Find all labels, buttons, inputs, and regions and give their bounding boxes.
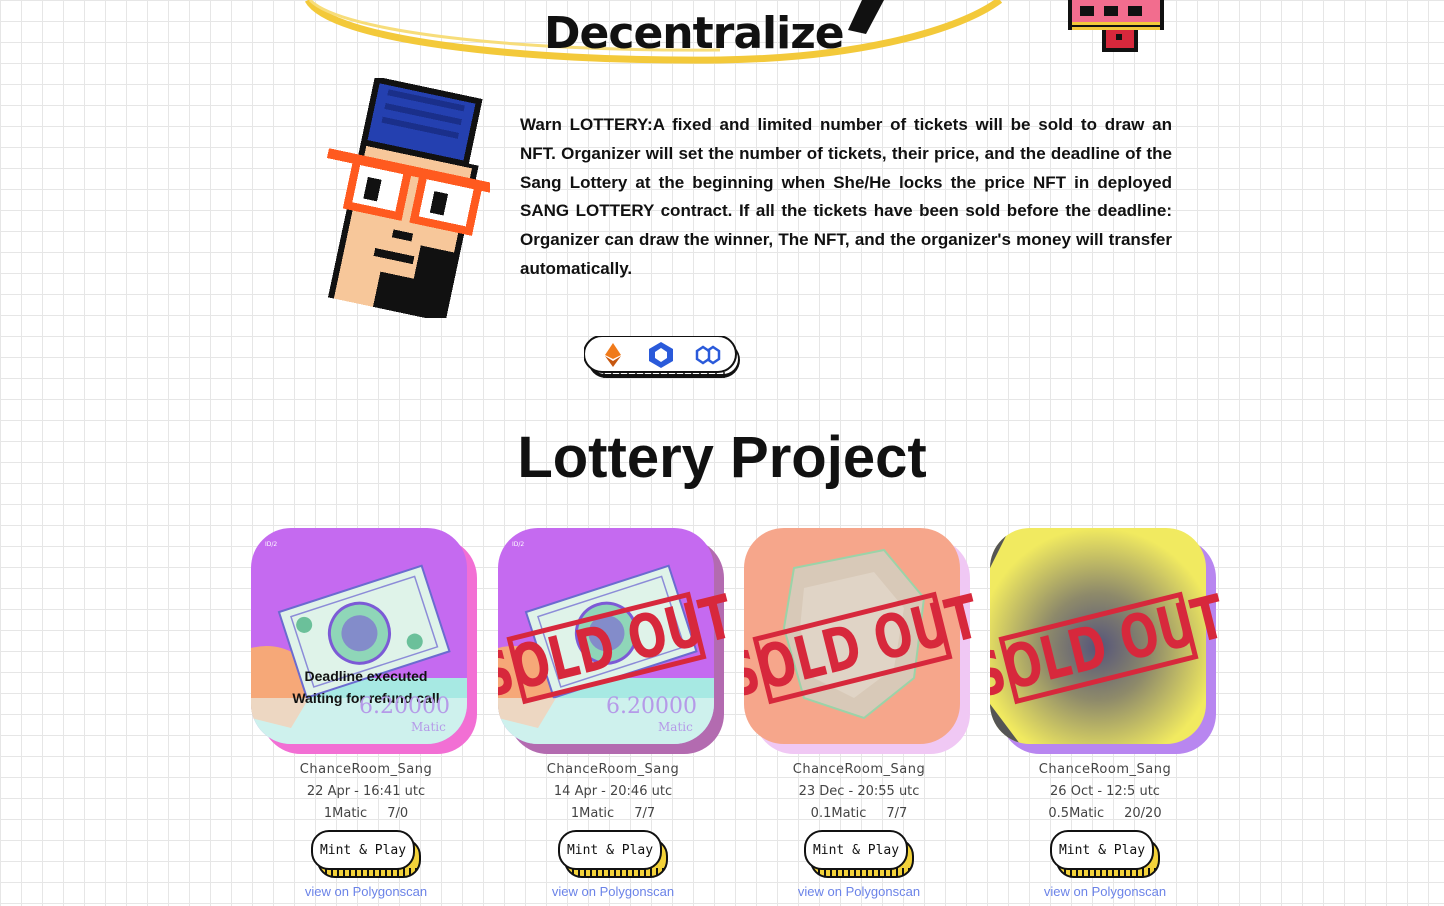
mint-play-button[interactable]: Mint & Play <box>558 830 668 878</box>
nft-artwork: ID/2 <box>251 528 477 754</box>
bill-unit: Matic <box>658 720 693 734</box>
polygonscan-link[interactable]: view on Polygonscan <box>990 884 1220 899</box>
card-tickets: 7/7 <box>886 806 908 821</box>
card-meta: 1Matic 7/0 <box>251 806 481 821</box>
section-title: Lottery Project <box>517 425 927 490</box>
mint-play-label: Mint & Play <box>311 830 415 870</box>
card-tickets: 20/20 <box>1124 806 1162 821</box>
intro-paragraph: Warn LOTTERY:A fixed and limited number … <box>520 115 1172 278</box>
mint-play-button[interactable]: Mint & Play <box>311 830 421 878</box>
lottery-card[interactable]: SOLD OUT ChanceRoom_Sang 26 Oct - 12:5 u… <box>990 528 1220 906</box>
card-name: ChanceRoom_Sang <box>546 762 680 777</box>
pixel-punk-avatar <box>326 78 490 318</box>
pixel-bus-illustration <box>1068 0 1164 52</box>
card-meta: 0.5Matic 20/20 <box>990 806 1220 821</box>
lottery-card[interactable]: ID/2 Deadline executed Waiting for refun… <box>251 528 481 906</box>
card-price: 1Matic <box>323 806 368 821</box>
hero-title: Decentralize <box>544 8 845 59</box>
card-price: 0.1Matic <box>810 806 867 821</box>
card-date: 22 Apr - 16:41 utc <box>306 784 426 799</box>
card-tickets: 7/0 <box>387 806 409 821</box>
card-name: ChanceRoom_Sang <box>792 762 926 777</box>
card-price: 1Matic <box>570 806 615 821</box>
svg-text:ID/2: ID/2 <box>265 541 277 548</box>
card-meta: 1Matic 7/7 <box>498 806 728 821</box>
card-name: ChanceRoom_Sang <box>299 762 433 777</box>
lottery-card[interactable]: ID/2 SOLD OUT 6.20000 Matic ChanceRoom_S… <box>498 528 728 906</box>
mint-play-label: Mint & Play <box>804 830 908 870</box>
chainlink-icon[interactable] <box>648 341 674 369</box>
card-date: 14 Apr - 20:46 utc <box>553 784 673 799</box>
polygon-icon[interactable] <box>694 343 722 367</box>
svg-text:ID/2: ID/2 <box>512 541 524 548</box>
card-name: ChanceRoom_Sang <box>1038 762 1172 777</box>
polygonscan-link[interactable]: view on Polygonscan <box>251 884 481 899</box>
nft-artwork: SOLD OUT <box>744 528 974 754</box>
lottery-card[interactable]: SOLD OUT ChanceRoom_Sang 23 Dec - 20:55 … <box>744 528 974 906</box>
polygonscan-link[interactable]: view on Polygonscan <box>744 884 974 899</box>
card-date: 23 Dec - 20:55 utc <box>798 784 920 799</box>
card-tickets: 7/7 <box>634 806 656 821</box>
card-meta: 0.1Matic 7/7 <box>744 806 974 821</box>
mint-play-button[interactable]: Mint & Play <box>804 830 914 878</box>
nft-artwork: SOLD OUT <box>990 528 1220 754</box>
bill-unit: Matic <box>411 720 446 734</box>
card-price: 0.5Matic <box>1048 806 1105 821</box>
mint-play-label: Mint & Play <box>558 830 662 870</box>
ethereum-icon[interactable] <box>604 342 622 368</box>
chain-selector[interactable] <box>583 335 740 378</box>
polygonscan-link[interactable]: view on Polygonscan <box>498 884 728 899</box>
mint-play-label: Mint & Play <box>1050 830 1154 870</box>
nft-artwork: ID/2 SOLD OUT <box>498 528 728 754</box>
bill-value: 6.20000 <box>606 694 697 719</box>
bill-value: 6.20000 <box>359 694 450 719</box>
card-date: 26 Oct - 12:5 utc <box>1050 784 1160 799</box>
card-status-line: Deadline executed <box>304 668 428 684</box>
mint-play-button[interactable]: Mint & Play <box>1050 830 1160 878</box>
